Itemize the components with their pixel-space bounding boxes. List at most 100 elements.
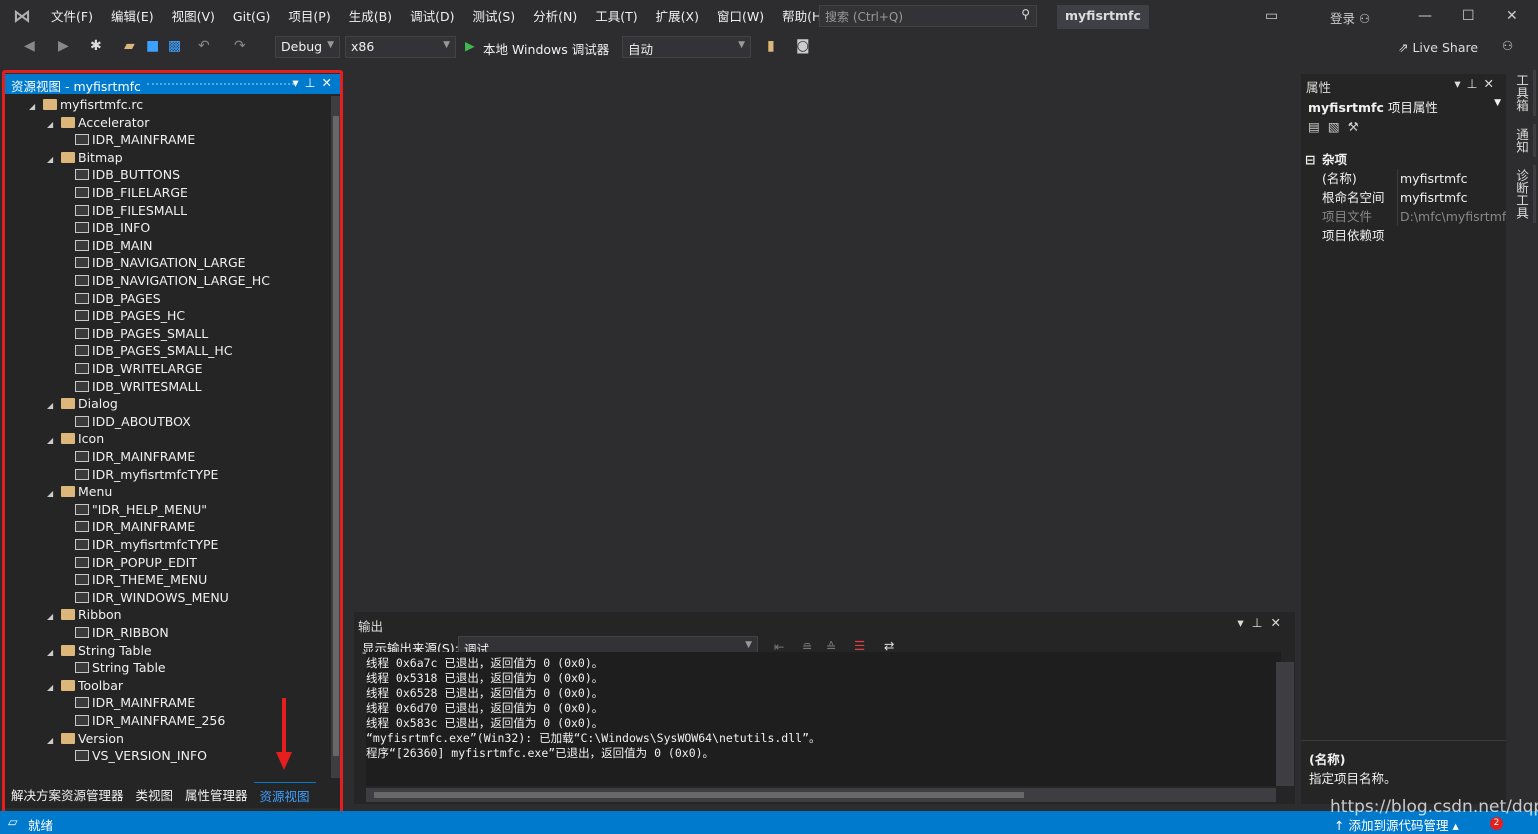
tree-item[interactable]: ◢ String Table xyxy=(47,642,152,659)
side-tab[interactable]: 诊断工具 xyxy=(1510,164,1536,223)
property-value[interactable]: myfisrtmfc xyxy=(1397,188,1506,207)
output-hscroll[interactable] xyxy=(366,788,1276,802)
tree-item[interactable]: ◢ Accelerator xyxy=(47,114,149,131)
dropdown-icon[interactable]: ▾ xyxy=(1237,615,1251,630)
side-tab[interactable]: 工具箱 xyxy=(1510,70,1536,116)
tree-item[interactable]: IDD_ABOUTBOX xyxy=(61,413,191,430)
tree-item[interactable]: IDB_WRITESMALL xyxy=(61,378,202,395)
collapse-icon[interactable]: ⊟ xyxy=(1305,150,1315,169)
undo-icon[interactable]: ↶ xyxy=(198,38,210,54)
close-icon[interactable]: ✕ xyxy=(1484,76,1500,91)
expand-arrow-icon[interactable]: ◢ xyxy=(47,644,61,661)
save-icon[interactable]: ■ xyxy=(146,38,159,54)
tree-item[interactable]: IDR_RIBBON xyxy=(61,624,169,641)
tree-item[interactable]: ◢ Toolbar xyxy=(47,677,123,694)
expand-arrow-icon[interactable]: ◢ xyxy=(47,116,61,133)
menu-item[interactable]: 文件(F) xyxy=(42,0,102,34)
menu-item[interactable]: 编辑(E) xyxy=(102,0,163,34)
tree-item[interactable]: IDB_WRITELARGE xyxy=(61,360,202,377)
expand-arrow-icon[interactable]: ◢ xyxy=(47,432,61,449)
menu-item[interactable]: 项目(P) xyxy=(279,0,339,34)
feedback-icon[interactable]: ▭ xyxy=(1265,8,1278,24)
tree-item[interactable]: IDB_PAGES xyxy=(61,290,161,307)
tree-item[interactable]: IDR_WINDOWS_MENU xyxy=(61,589,229,606)
tree-item[interactable]: IDB_PAGES_HC xyxy=(61,307,185,324)
word-wrap-icon[interactable]: ⇄ xyxy=(884,638,894,653)
clear-all-icon[interactable]: ☰ xyxy=(854,638,865,653)
expand-arrow-icon[interactable]: ◢ xyxy=(47,485,61,502)
tree-item[interactable]: ◢ Dialog xyxy=(47,395,118,412)
new-project-icon[interactable]: ✱ xyxy=(90,38,102,54)
search-input[interactable]: 搜索 (Ctrl+Q) ⚲ xyxy=(819,5,1037,27)
save-all-icon[interactable]: ▩ xyxy=(168,38,181,54)
pin-icon[interactable]: ⊥ xyxy=(1467,76,1484,91)
close-icon[interactable]: ✕ xyxy=(1271,615,1289,630)
tree-item[interactable]: IDB_NAVIGATION_LARGE xyxy=(61,254,246,271)
tree-item[interactable]: ◢ Bitmap xyxy=(47,149,123,166)
close-icon[interactable]: ✕ xyxy=(322,75,338,90)
tree-scrollbar[interactable] xyxy=(331,96,341,778)
property-row[interactable]: (名称) myfisrtmfc xyxy=(1301,169,1506,188)
tree-item[interactable]: IDR_POPUP_EDIT xyxy=(61,554,197,571)
panel-tab[interactable]: 属性管理器 xyxy=(179,782,254,804)
tree-item[interactable]: IDB_BUTTONS xyxy=(61,166,180,183)
tree-item[interactable]: ◢ Menu xyxy=(47,483,112,500)
wrench-icon[interactable]: ⚒ xyxy=(1348,119,1367,134)
run-debugger-button[interactable]: 本地 Windows 调试器 xyxy=(483,39,609,58)
tree-item[interactable]: String Table xyxy=(61,659,166,676)
tree-item[interactable]: IDB_FILELARGE xyxy=(61,184,188,201)
property-value[interactable]: myfisrtmfc xyxy=(1397,169,1506,188)
output-text[interactable]: 线程 0x6a7c 已退出，返回值为 0 (0x0)。 线程 0x5318 已退出… xyxy=(366,652,1281,786)
expand-arrow-icon[interactable]: ◢ xyxy=(47,732,61,749)
menu-item[interactable]: 测试(S) xyxy=(463,0,524,34)
run-mode-select[interactable]: 自动 ▼ xyxy=(622,36,751,58)
side-tab[interactable]: 通知 xyxy=(1510,123,1536,157)
panel-tab[interactable]: 资源视图 xyxy=(253,782,316,804)
maximize-button[interactable]: ☐ xyxy=(1462,8,1475,24)
play-icon[interactable]: ▶ xyxy=(465,38,475,53)
tree-item[interactable]: IDR_MAINFRAME xyxy=(61,518,195,535)
tree-item[interactable]: IDR_myfisrtmfcTYPE xyxy=(61,466,218,483)
menu-item[interactable]: 生成(B) xyxy=(340,0,401,34)
output-vscroll[interactable] xyxy=(1276,662,1294,786)
dropdown-icon[interactable]: ▾ xyxy=(1454,76,1466,91)
close-window-button[interactable]: ✕ xyxy=(1506,8,1518,24)
tree-item[interactable]: IDB_NAVIGATION_LARGE_HC xyxy=(61,272,270,289)
tree-item[interactable]: ◢ Ribbon xyxy=(47,606,122,623)
pin-icon[interactable]: ⊥ xyxy=(1252,615,1271,630)
tree-item[interactable]: IDR_MAINFRAME_256 xyxy=(61,712,225,729)
tree-item[interactable]: IDB_PAGES_SMALL xyxy=(61,325,208,342)
tree-item[interactable]: IDR_MAINFRAME xyxy=(61,694,195,711)
visual-studio-logo-icon[interactable]: ⋈ xyxy=(10,6,34,28)
live-share-button[interactable]: ⇗ Live Share xyxy=(1398,40,1478,55)
menu-item[interactable]: 调试(D) xyxy=(401,0,463,34)
category-row[interactable]: ⊟ 杂项 xyxy=(1301,150,1506,169)
menu-item[interactable]: 扩展(X) xyxy=(647,0,708,34)
login-button[interactable]: 登录 ⚇ xyxy=(1330,8,1370,27)
property-pages-icon[interactable]: ▧ xyxy=(1328,119,1348,134)
redo-icon[interactable]: ↷ xyxy=(234,38,246,54)
expand-arrow-icon[interactable]: ◢ xyxy=(29,98,43,115)
scrollbar-thumb[interactable] xyxy=(333,116,339,756)
forward-icon[interactable]: ▶ xyxy=(58,38,69,54)
menu-item[interactable]: 窗口(W) xyxy=(708,0,773,34)
menu-item[interactable]: 工具(T) xyxy=(586,0,646,34)
panel-tab[interactable]: 解决方案资源管理器 xyxy=(5,782,130,804)
tree-item[interactable]: IDR_MAINFRAME xyxy=(61,131,195,148)
back-icon[interactable]: ◀ xyxy=(24,38,35,54)
property-row[interactable]: 根命名空间 myfisrtmfc xyxy=(1301,188,1506,207)
property-row[interactable]: 项目依赖项 xyxy=(1301,226,1506,245)
categorized-icon[interactable]: ▤ xyxy=(1308,119,1328,134)
property-row[interactable]: 项目文件 D:\mfc\myfisrtmfc\ xyxy=(1301,207,1506,226)
tree-item[interactable]: IDR_MAINFRAME xyxy=(61,448,195,465)
tree-item[interactable]: IDR_THEME_MENU xyxy=(61,571,207,588)
tree-item[interactable]: ◢ Version xyxy=(47,730,124,747)
open-icon[interactable]: ▰ xyxy=(124,38,135,54)
drag-grip[interactable] xyxy=(147,83,294,85)
config-select[interactable]: Debug ▼ xyxy=(275,36,340,58)
scrollbar-thumb[interactable] xyxy=(374,792,1024,798)
pin-icon[interactable]: ⊥ xyxy=(305,75,322,90)
screenshot-icon[interactable]: ◙ xyxy=(796,38,810,54)
panel-tab[interactable]: 类视图 xyxy=(130,782,180,804)
minimize-button[interactable]: — xyxy=(1418,8,1432,24)
